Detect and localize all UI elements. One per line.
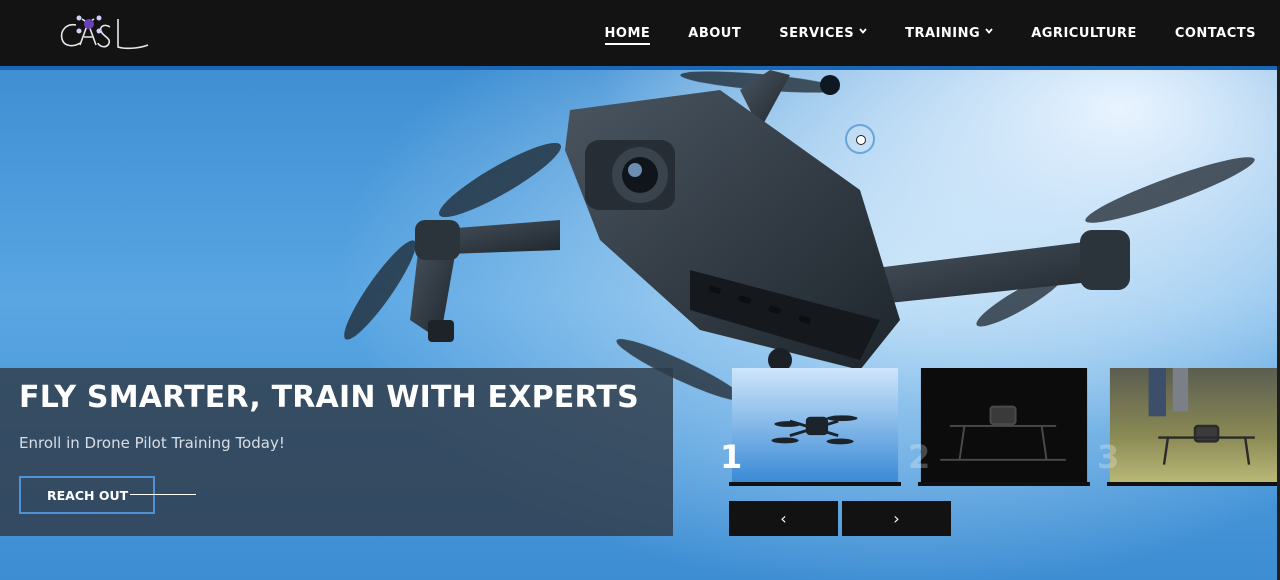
nav-services[interactable]: SERVICES <box>779 26 867 41</box>
nav-training-label: TRAINING <box>905 25 981 41</box>
reach-out-label: REACH OUT <box>47 487 129 503</box>
next-slide-button[interactable]: › <box>842 501 951 536</box>
nav-about[interactable]: ABOUT <box>688 26 741 41</box>
main-nav: HOME ABOUT SERVICES TRAINING AGRICULTURE… <box>604 0 1280 66</box>
slide-thumb-2[interactable] <box>918 368 1090 486</box>
nav-training[interactable]: TRAINING <box>905 26 993 41</box>
slide-thumb-1[interactable] <box>729 368 901 486</box>
chevron-down-icon <box>859 27 867 37</box>
nav-agriculture[interactable]: AGRICULTURE <box>1031 26 1137 41</box>
nav-home[interactable]: HOME <box>604 25 651 45</box>
hero-subtitle: Enroll in Drone Pilot Training Today! <box>19 434 285 452</box>
prev-slide-button[interactable]: ‹ <box>729 501 838 536</box>
nav-contacts[interactable]: CONTACTS <box>1175 26 1256 41</box>
drone-ground-thumbnail <box>1109 368 1278 482</box>
cursor-indicator <box>845 124 875 154</box>
chevron-right-icon: › <box>893 509 900 528</box>
site-logo[interactable] <box>58 9 154 55</box>
top-navbar: HOME ABOUT SERVICES TRAINING AGRICULTURE… <box>0 0 1280 66</box>
drone-logo-icon <box>60 15 149 50</box>
hero-title: FLY SMARTER, TRAIN WITH EXPERTS <box>19 380 639 415</box>
slide-thumb-3[interactable] <box>1107 368 1280 486</box>
drone-sky-thumbnail <box>731 368 899 482</box>
button-decor-line <box>130 494 196 495</box>
slide-number-3: 3 <box>1097 438 1120 476</box>
nav-about-label: ABOUT <box>688 25 742 41</box>
slide-number-1: 1 <box>720 438 743 476</box>
slide-number-2: 2 <box>908 438 931 476</box>
reach-out-button[interactable]: REACH OUT <box>19 476 155 514</box>
nav-contacts-label: CONTACTS <box>1174 25 1256 41</box>
nav-agriculture-label: AGRICULTURE <box>1031 25 1137 41</box>
drone-dark-thumbnail <box>920 368 1088 482</box>
nav-home-label: HOME <box>604 25 651 41</box>
hero-caption: FLY SMARTER, TRAIN WITH EXPERTS Enroll i… <box>0 368 673 536</box>
chevron-left-icon: ‹ <box>780 509 787 528</box>
chevron-down-icon <box>985 27 993 37</box>
nav-services-label: SERVICES <box>779 25 855 41</box>
hero-slider: FLY SMARTER, TRAIN WITH EXPERTS Enroll i… <box>0 66 1280 580</box>
